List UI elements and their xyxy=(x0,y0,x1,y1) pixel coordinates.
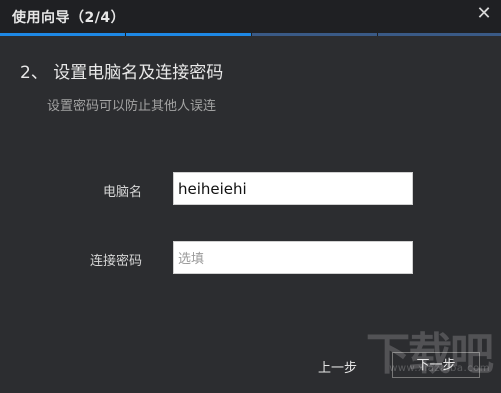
progress-segment-3 xyxy=(252,33,377,36)
title-bar: 使用向导（2/4） ✕ xyxy=(0,0,501,33)
progress-segment-2 xyxy=(126,33,251,36)
password-label: 连接密码 xyxy=(89,254,142,269)
window-title: 使用向导（2/4） xyxy=(12,10,126,26)
computer-name-label: 电脑名 xyxy=(102,185,142,200)
next-button[interactable]: 下一步 xyxy=(392,352,480,378)
progress-segment-1 xyxy=(0,33,125,36)
password-input[interactable] xyxy=(173,241,413,274)
step-description: 设置密码可以防止其他人误连 xyxy=(47,99,217,114)
step-heading: 2、 设置电脑名及连接密码 xyxy=(20,63,224,83)
progress-segment-4 xyxy=(378,33,501,36)
close-icon[interactable]: ✕ xyxy=(475,5,493,23)
step-progress-bar xyxy=(0,33,501,36)
computer-name-input[interactable] xyxy=(173,172,413,205)
previous-button[interactable]: 上一步 xyxy=(318,357,357,376)
